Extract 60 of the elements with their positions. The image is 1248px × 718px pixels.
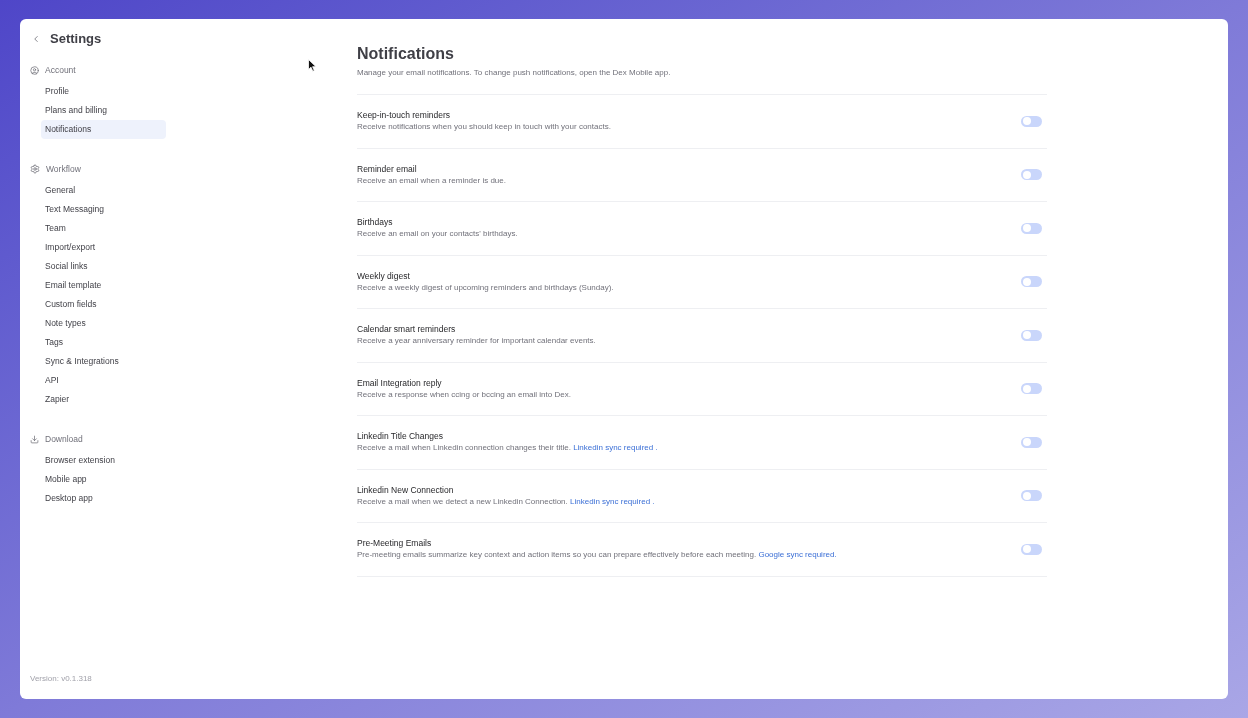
sidebar-item[interactable]: Mobile app: [41, 469, 166, 489]
setting-title: Weekly digest: [357, 270, 410, 282]
setting-title: Reminder email: [357, 163, 417, 175]
toggle-switch[interactable]: [1021, 169, 1042, 181]
sidebar-item[interactable]: Tags: [41, 332, 166, 352]
setting-description: Pre-meeting emails summarize key context and action items so you can prepare effectively before each meeting. Google sync required.: [357, 549, 837, 561]
sidebar-title: Settings: [50, 31, 102, 47]
chevron-left-icon: [31, 34, 41, 44]
cursor-icon: [308, 59, 317, 72]
setting-description: Receive a mail when we detect a new Linkedin Connection. Linkedin sync required .: [357, 495, 655, 507]
setting-title: Keep-in-touch reminders: [357, 110, 451, 122]
sidebar-item[interactable]: Sync & Integrations: [41, 351, 166, 371]
sidebar-item[interactable]: API: [41, 370, 166, 390]
section-heading: Account: [45, 64, 76, 76]
sidebar-item[interactable]: Browser extension: [41, 450, 166, 470]
setting-description: Receive a mail when Linkedin connection changes their title. Linkedin sync required .: [357, 442, 658, 454]
gear-icon: [30, 164, 40, 174]
setting-description: Receive notifications when you should keep in touch with your contacts.: [357, 121, 611, 133]
setting-description: Receive an email when a reminder is due.: [357, 174, 506, 186]
section-heading: Download: [45, 433, 83, 445]
setting-title: Email Integration reply: [357, 377, 442, 389]
toggle-switch[interactable]: [1021, 383, 1042, 395]
sidebar-item[interactable]: Import/export: [41, 237, 166, 257]
sidebar-item[interactable]: Note types: [41, 313, 166, 333]
sync-link[interactable]: Linkedin sync required .: [570, 496, 655, 506]
toggle-switch[interactable]: [1021, 115, 1042, 127]
toggle-switch[interactable]: [1021, 222, 1042, 234]
toggle-switch[interactable]: [1021, 329, 1042, 341]
sync-link[interactable]: Google sync required.: [758, 550, 837, 560]
sidebar-item[interactable]: Team: [41, 218, 166, 238]
toggle-switch[interactable]: [1021, 490, 1042, 502]
setting-title: Linkedin Title Changes: [357, 431, 443, 443]
sidebar-item[interactable]: Desktop app: [41, 488, 166, 508]
sidebar-item[interactable]: Notifications: [41, 119, 166, 139]
version-label: Version: v0.1.318: [30, 674, 92, 684]
sidebar-item[interactable]: Email template: [41, 275, 166, 295]
setting-title: Pre-Meeting Emails: [357, 538, 432, 550]
toggle-switch[interactable]: [1021, 543, 1042, 555]
page-title: Notifications: [357, 44, 455, 64]
sidebar-item[interactable]: General: [41, 180, 166, 200]
setting-description: Receive a response when ccing or bccing an email into Dex.: [357, 388, 571, 400]
setting-title: Calendar smart reminders: [357, 324, 456, 336]
toggle-switch[interactable]: [1021, 276, 1042, 288]
setting-description: Receive a year anniversary reminder for important calendar events.: [357, 335, 596, 347]
sync-link[interactable]: Linkedin sync required .: [573, 443, 658, 453]
sidebar-item[interactable]: Text Messaging: [41, 199, 166, 219]
page-description: Manage your email notifications. To change push notifications, open the Dex Mobile app.: [357, 67, 672, 79]
setting-description: Receive an email on your contacts' birthdays.: [357, 228, 518, 240]
sidebar-item[interactable]: Zapier: [41, 389, 166, 409]
setting-title: Linkedin New Connection: [357, 484, 454, 496]
sidebar-item[interactable]: Profile: [41, 81, 166, 101]
download-icon: [30, 434, 39, 444]
section-heading: Workflow: [46, 163, 81, 175]
sidebar-item[interactable]: Social links: [41, 256, 166, 276]
user-circle-icon: [30, 65, 39, 75]
sidebar-item[interactable]: Custom fields: [41, 294, 166, 314]
toggle-switch[interactable]: [1021, 436, 1042, 448]
sidebar-item[interactable]: Plans and billing: [41, 100, 166, 120]
setting-description: Receive a weekly digest of upcoming reminders and birthdays (Sunday).: [357, 281, 614, 293]
setting-title: Birthdays: [357, 217, 393, 229]
